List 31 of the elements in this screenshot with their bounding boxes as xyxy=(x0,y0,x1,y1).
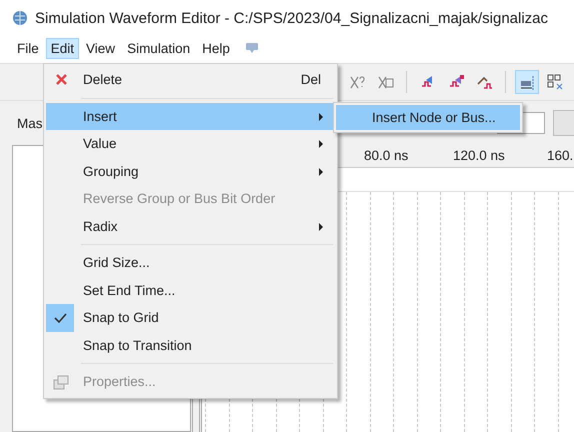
shortcut-label: Del xyxy=(300,72,321,88)
time-label: 160. xyxy=(547,148,574,163)
properties-icon xyxy=(53,374,69,390)
x-unknown-icon xyxy=(348,74,366,90)
menu-bar-item[interactable]: Edit xyxy=(46,38,80,58)
menu-item[interactable]: Grid Size... xyxy=(46,249,335,276)
submenu-arrow-icon xyxy=(319,140,323,148)
menu-bar-item[interactable]: Help xyxy=(197,38,235,58)
grid-icon xyxy=(546,74,564,90)
menu-item[interactable]: Insert Node or Bus... xyxy=(336,105,520,130)
menu-item[interactable]: Value xyxy=(46,130,335,158)
menu-bar-item[interactable]: Simulation xyxy=(122,38,196,58)
delete-icon xyxy=(55,73,68,86)
menu-item[interactable]: Snap to Grid xyxy=(46,304,335,332)
snap-grid-icon xyxy=(518,74,536,90)
menu-bar-item[interactable]: View xyxy=(81,38,120,58)
field-label: Mas xyxy=(17,116,43,130)
window-title: Simulation Waveform Editor - C:/SPS/2023/04_Signalizacni_majak/signalizac xyxy=(35,10,548,26)
time-label: 80.0 ns xyxy=(364,148,408,163)
menu-item[interactable]: Set End Time... xyxy=(46,276,335,304)
toolbar-button[interactable] xyxy=(515,70,539,94)
time-label: 120.0 ns xyxy=(453,148,505,163)
submenu-arrow-icon xyxy=(319,112,323,120)
menu-item[interactable]: Insert xyxy=(46,102,335,130)
app-globe-icon xyxy=(12,10,28,26)
menu-item[interactable]: Grouping xyxy=(46,158,335,185)
submenu-arrow-icon xyxy=(319,222,323,230)
submenu-arrow-icon xyxy=(319,168,323,176)
menu-item[interactable]: Radix xyxy=(46,212,335,240)
menu-item[interactable]: Snap to Transition xyxy=(46,332,335,359)
menu-bar-item[interactable]: File xyxy=(12,38,44,58)
